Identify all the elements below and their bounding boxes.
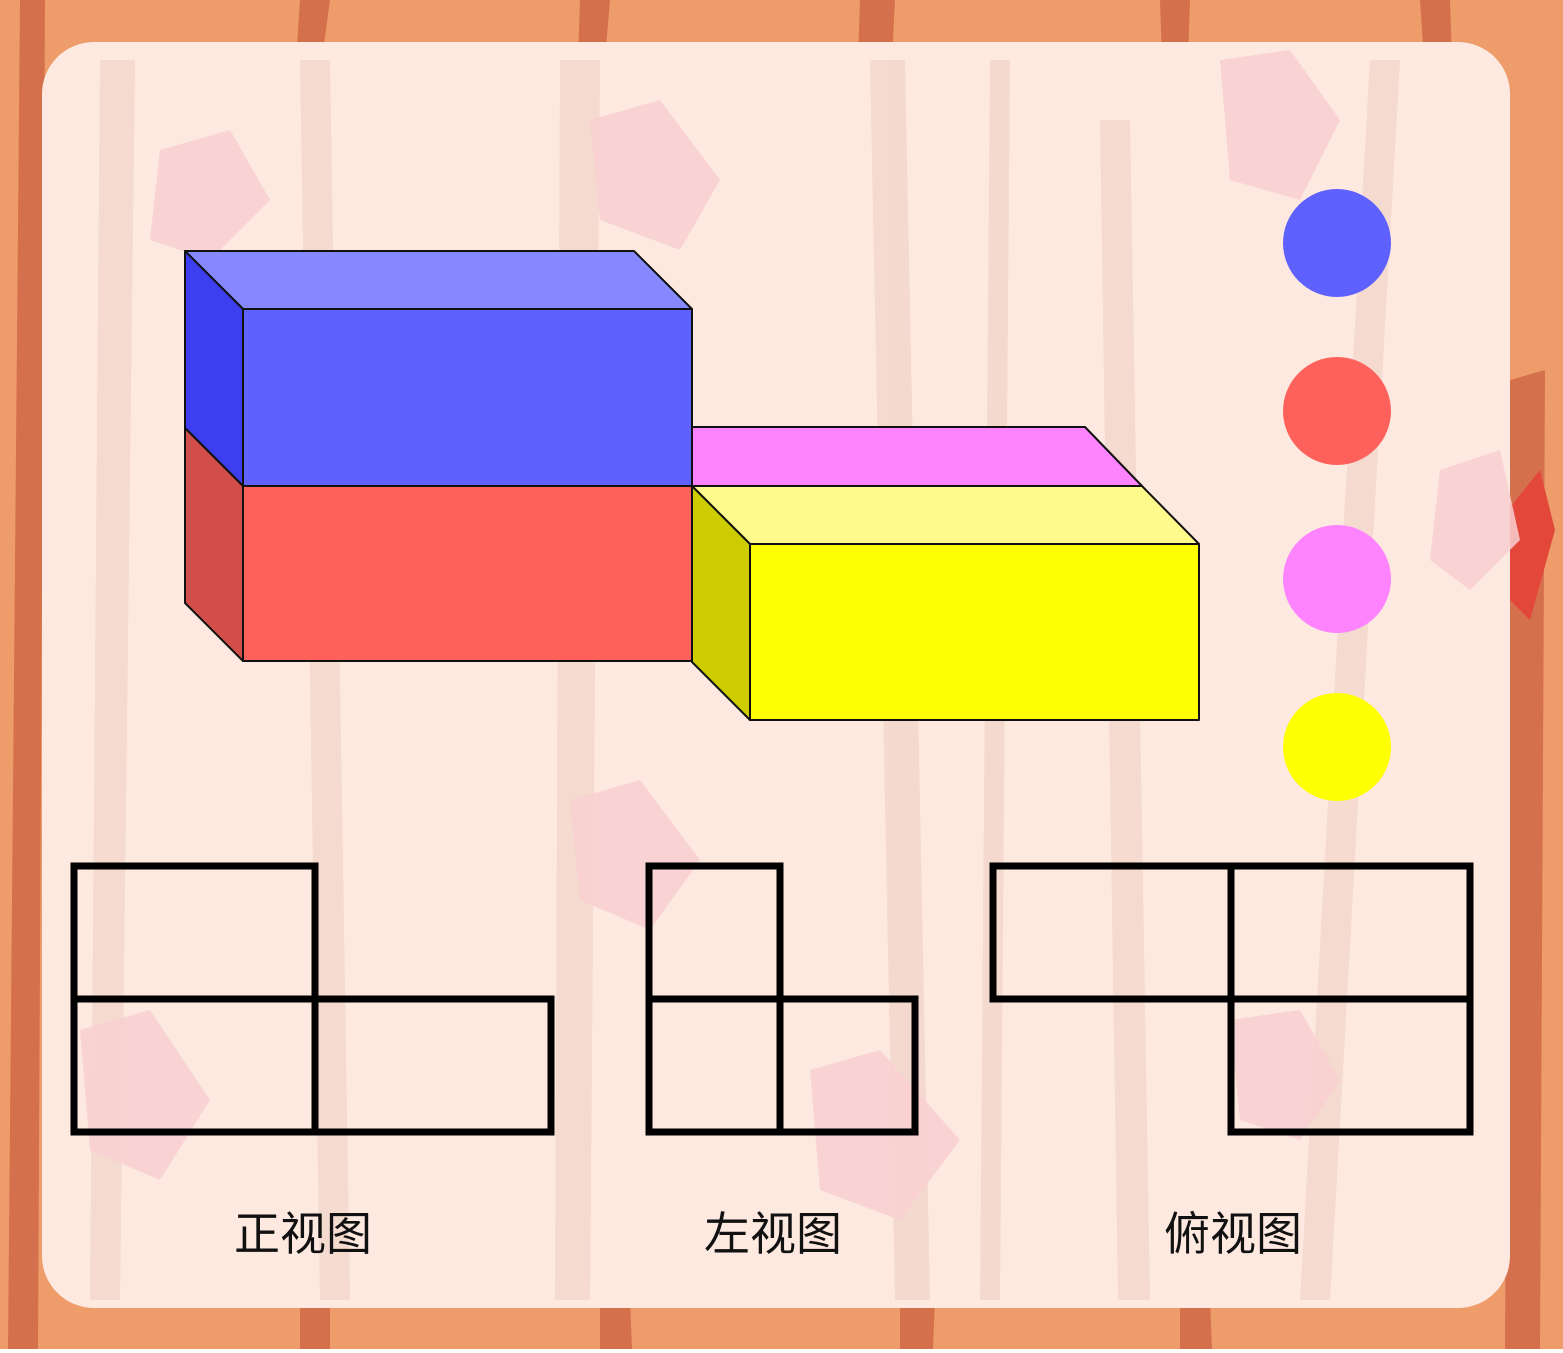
- legend-dot-blue: [1283, 189, 1391, 297]
- yellow-box-front: [749, 543, 1200, 721]
- pink-box-top: [691, 426, 1143, 487]
- legend-dot-yellow: [1283, 693, 1391, 801]
- scene: 正视图 左视图 俯视图: [0, 0, 1563, 1349]
- top-view-label: 俯视图: [1164, 1207, 1302, 1261]
- blue-box-front: [242, 308, 693, 487]
- legend-dot-pink: [1283, 525, 1391, 633]
- left-view-label: 左视图: [704, 1207, 842, 1261]
- red-box-front: [242, 485, 693, 662]
- legend-dot-red: [1283, 357, 1391, 465]
- blue-box-top: [184, 250, 693, 310]
- yellow-box-top: [691, 485, 1200, 545]
- front-view-label: 正视图: [234, 1207, 372, 1261]
- scene-svg: [0, 0, 1563, 1349]
